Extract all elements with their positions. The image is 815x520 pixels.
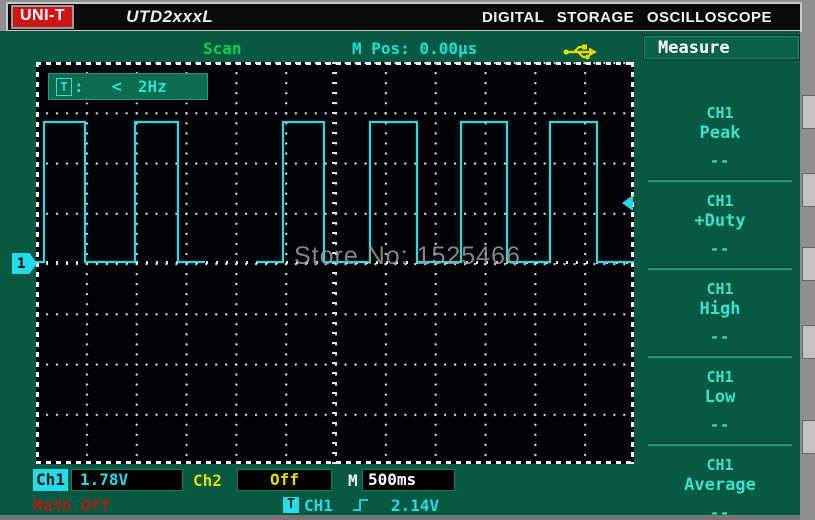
- trigger-source-label: CH1: [304, 496, 333, 515]
- menu-item-high[interactable]: CH1High --: [640, 270, 800, 358]
- brand-logo: UNI-T: [11, 5, 74, 29]
- menu-item-channel: CH1: [640, 358, 800, 386]
- trigger-frequency-value: 2Hz: [138, 77, 167, 96]
- menu-item-value: --: [640, 240, 800, 258]
- timebase-readout: 500ms: [362, 469, 455, 491]
- menu-item-value: --: [640, 152, 800, 170]
- trace-segment: [36, 122, 205, 262]
- rising-edge-icon: [352, 497, 370, 513]
- menu-item-channel: CH1: [640, 446, 800, 474]
- trace-segment: [257, 122, 634, 262]
- ch2-label[interactable]: Ch2: [193, 471, 222, 490]
- menu-item-channel: CH1: [640, 270, 800, 298]
- title-bar: UNI-T UTD2xxxL DIGITAL STORAGE OSCILLOSC…: [6, 2, 802, 32]
- bezel-bottom-edge: [0, 515, 800, 520]
- timebase-label: M: [348, 471, 358, 490]
- oscilloscope-screen: UNI-T UTD2xxxL DIGITAL STORAGE OSCILLOSC…: [0, 0, 815, 520]
- ch1-scale-readout: 1.78V: [71, 469, 183, 491]
- menu-item-low[interactable]: CH1Low --: [640, 358, 800, 446]
- bezel-soft-button[interactable]: [802, 173, 815, 207]
- bezel-soft-button[interactable]: [802, 95, 815, 129]
- menu-item-measurement: Average: [640, 475, 800, 495]
- trigger-t-badge: T: [283, 497, 299, 513]
- menu-item-average[interactable]: CH1Average--: [640, 446, 800, 520]
- horizontal-position-readout: M Pos: 0.00µs: [352, 39, 477, 58]
- menu-item-duty[interactable]: CH1+Duty --: [640, 182, 800, 270]
- ch2-status-readout: Off: [237, 469, 332, 491]
- acquisition-mode-label: Scan: [203, 39, 242, 58]
- trigger-t-icon: T: [56, 78, 72, 96]
- menu-item-measurement: High: [640, 299, 800, 319]
- menu-item-peak[interactable]: CH1Peak --: [640, 94, 800, 182]
- bezel-soft-button[interactable]: [802, 420, 815, 454]
- menu-item-value: --: [640, 416, 800, 434]
- menu-title-button[interactable]: Measure: [643, 35, 800, 60]
- page-title: DIGITAL STORAGE OSCILLOSCOPE: [482, 9, 772, 26]
- ch1-label-badge[interactable]: Ch1: [33, 469, 68, 491]
- menu-item-channel: CH1: [640, 94, 800, 122]
- usb-icon: [562, 42, 598, 60]
- bezel-soft-button[interactable]: [802, 325, 815, 359]
- model-name: UTD2xxxL: [126, 7, 213, 27]
- trigger-level-arrow-icon[interactable]: [622, 195, 633, 211]
- menu-item-channel: CH1: [640, 182, 800, 210]
- trigger-frequency-popup: T : < 2Hz: [48, 73, 208, 100]
- menu-item-measurement: Peak: [640, 123, 800, 143]
- trigger-level-readout: 2.14V: [391, 496, 439, 515]
- math-status-label: Math Off: [33, 496, 110, 515]
- trigger-separator: :: [74, 77, 84, 96]
- menu-item-value: --: [640, 328, 800, 346]
- menu-item-measurement: +Duty: [640, 211, 800, 231]
- lcd-screen: Scan M Pos: 0.00µs Measure T : <: [0, 31, 800, 515]
- channel1-position-marker[interactable]: 1: [12, 253, 37, 274]
- menu-item-measurement: Low: [640, 387, 800, 407]
- bezel-soft-button[interactable]: [802, 247, 815, 281]
- less-than-icon: <: [112, 77, 122, 97]
- measure-menu: CH1Peak--CH1+Duty--CH1High--CH1Low--CH1A…: [640, 62, 800, 515]
- waveform-display: T : < 2Hz Store No: 1525466: [36, 62, 634, 464]
- store-watermark: Store No: 1525466: [294, 242, 521, 271]
